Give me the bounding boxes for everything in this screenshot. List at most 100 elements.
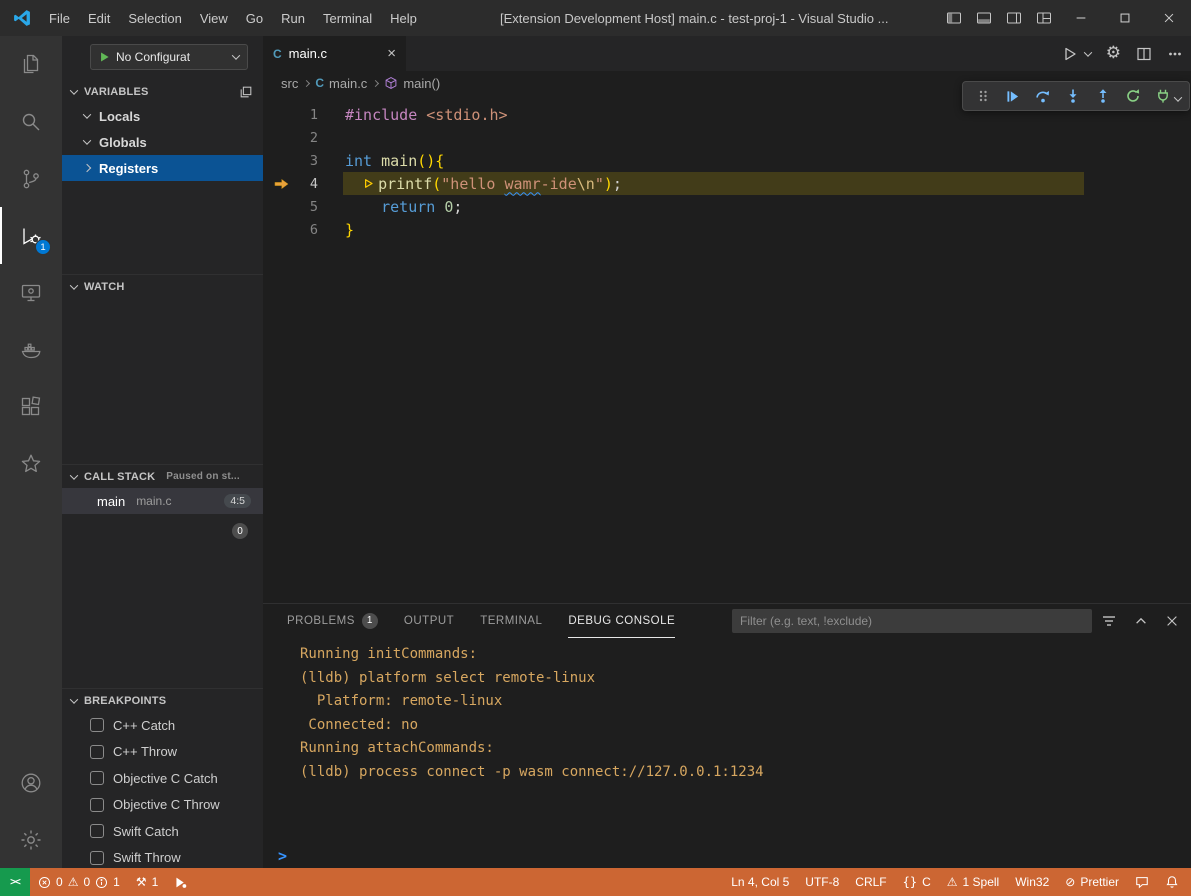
breakpoint-swift-throw[interactable]: Swift Throw — [62, 845, 263, 869]
activity-docker[interactable] — [0, 321, 62, 378]
activity-run-and-debug[interactable]: 1 — [0, 207, 62, 264]
more-actions-button[interactable] — [1167, 46, 1183, 62]
activity-accounts[interactable] — [0, 754, 62, 811]
close-panel-button[interactable] — [1165, 614, 1179, 628]
menu-file[interactable]: File — [40, 7, 79, 30]
close-window-button[interactable] — [1147, 0, 1191, 36]
token: -ide — [541, 175, 577, 193]
debug-continue-button[interactable] — [999, 84, 1026, 108]
current-frame-arrow-icon — [274, 178, 289, 190]
menu-terminal[interactable]: Terminal — [314, 7, 381, 30]
menu-help[interactable]: Help — [381, 7, 426, 30]
breakpoints-section-header[interactable]: BREAKPOINTS — [62, 689, 263, 712]
activity-search[interactable] — [0, 93, 62, 150]
menu-edit[interactable]: Edit — [79, 7, 119, 30]
c-file-icon: C — [273, 47, 282, 61]
problems-status[interactable]: 0⚠01 — [30, 868, 128, 896]
watch-section-header[interactable]: WATCH — [62, 275, 263, 298]
code-line[interactable]: 2 — [263, 126, 1191, 149]
activity-explorer[interactable] — [0, 36, 62, 93]
collapse-all-icon[interactable] — [239, 85, 253, 99]
checkbox[interactable] — [90, 798, 104, 812]
checkbox[interactable] — [90, 851, 104, 865]
toggle-panel-button[interactable] — [969, 0, 999, 36]
code-text: #include <stdio.h> — [318, 106, 508, 124]
panel-tab-problems[interactable]: PROBLEMS1 — [287, 604, 378, 638]
debug-restart-button[interactable] — [1119, 84, 1146, 108]
debug-step-over-button[interactable] — [1029, 84, 1056, 108]
debug-config-dropdown[interactable]: No Configurat — [90, 44, 248, 70]
menu-selection[interactable]: Selection — [119, 7, 190, 30]
panel-tab-terminal[interactable]: TERMINAL — [480, 604, 542, 638]
breakpoint-gutter[interactable] — [263, 178, 300, 190]
scope-label: Locals — [99, 109, 140, 124]
code-line[interactable]: 6} — [263, 218, 1191, 241]
filter-lines-button[interactable] — [1101, 613, 1117, 629]
variables-section: VARIABLES Locals GlobalsRegisters — [62, 80, 263, 181]
close-tab-icon[interactable]: × — [387, 46, 396, 61]
maximize-panel-button[interactable] — [1134, 614, 1148, 628]
breakpoint-c-throw[interactable]: C++ Throw — [62, 739, 263, 766]
maximize-button[interactable] — [1103, 0, 1147, 36]
code-text: } — [318, 221, 354, 239]
tools-count[interactable]: ⚒1 — [128, 868, 166, 896]
activity-star[interactable] — [0, 435, 62, 492]
spell-checker-status[interactable]: ⚠1 Spell — [939, 868, 1007, 896]
breadcrumb-main[interactable]: main() — [384, 76, 440, 91]
eol-selector[interactable]: CRLF — [847, 868, 894, 896]
variables-scope-globals[interactable]: Globals — [62, 129, 263, 155]
notifications-bell[interactable] — [1157, 868, 1187, 896]
settings-gear-button[interactable]: ⚙ — [1106, 44, 1121, 63]
menu-run[interactable]: Run — [272, 7, 314, 30]
tab-main-c[interactable]: C main.c × — [263, 36, 406, 71]
call-stack-section-header[interactable]: CALL STACK Paused on st... — [62, 465, 263, 488]
frame-file-name: main.c — [136, 494, 171, 508]
breadcrumb-src[interactable]: src — [281, 76, 298, 91]
breakpoint-swift-catch[interactable]: Swift Catch — [62, 818, 263, 845]
panel-tab-debug-console[interactable]: DEBUG CONSOLE — [568, 604, 675, 638]
menu-view[interactable]: View — [191, 7, 237, 30]
menu-go[interactable]: Go — [237, 7, 272, 30]
toggle-sidebar-button[interactable] — [939, 0, 969, 36]
debug-step-out-button[interactable] — [1089, 84, 1116, 108]
activity-source-control[interactable] — [0, 150, 62, 207]
variables-scope-locals[interactable]: Locals — [62, 103, 263, 129]
feedback[interactable] — [1127, 868, 1157, 896]
prettier-status[interactable]: ⊘Prettier — [1057, 868, 1127, 896]
debug-console-input-prompt[interactable]: > — [278, 847, 287, 865]
console-filter-input[interactable] — [732, 609, 1092, 633]
stack-frame-row[interactable]: main main.c 4:5 — [62, 488, 263, 514]
remote-indicator[interactable]: >< — [0, 868, 30, 896]
panel-tab-output[interactable]: OUTPUT — [404, 604, 454, 638]
run-button[interactable] — [1062, 46, 1078, 62]
customize-layout-button[interactable] — [1029, 0, 1059, 36]
breakpoint-c-catch[interactable]: C++ Catch — [62, 712, 263, 739]
breadcrumb-main-c[interactable]: Cmain.c — [315, 76, 367, 91]
code-line[interactable]: 5 return 0; — [263, 195, 1191, 218]
checkbox[interactable] — [90, 745, 104, 759]
minimize-button[interactable] — [1059, 0, 1103, 36]
toggle-secondary-sidebar-button[interactable] — [999, 0, 1029, 36]
window-title: [Extension Development Host] main.c - te… — [500, 0, 888, 36]
activity-remote-explorer[interactable] — [0, 264, 62, 321]
debug-disconnect-button[interactable] — [1149, 84, 1176, 108]
checkbox[interactable] — [90, 771, 104, 785]
code-line[interactable]: 4 printf("hello wamr-ide\n"); — [263, 172, 1191, 195]
platform-toolchain[interactable]: Win32 — [1007, 868, 1057, 896]
breakpoint-objective-c-catch[interactable]: Objective C Catch — [62, 765, 263, 792]
debug-status[interactable] — [166, 868, 195, 896]
variables-section-header[interactable]: VARIABLES — [62, 80, 263, 103]
language-mode[interactable]: {}C — [895, 868, 939, 896]
split-editor-button[interactable] — [1136, 46, 1152, 62]
code-line[interactable]: 3int main(){ — [263, 149, 1191, 172]
breakpoint-objective-c-throw[interactable]: Objective C Throw — [62, 792, 263, 819]
encoding-selector[interactable]: UTF-8 — [797, 868, 847, 896]
activity-extensions[interactable] — [0, 378, 62, 435]
cursor-position[interactable]: Ln 4, Col 5 — [723, 868, 797, 896]
debug-step-into-button[interactable] — [1059, 84, 1086, 108]
checkbox[interactable] — [90, 718, 104, 732]
activity-settings[interactable] — [0, 811, 62, 868]
variables-scope-registers[interactable]: Registers — [62, 155, 263, 181]
checkbox[interactable] — [90, 824, 104, 838]
code-editor[interactable]: 1#include <stdio.h>23int main(){4 printf… — [263, 95, 1191, 603]
